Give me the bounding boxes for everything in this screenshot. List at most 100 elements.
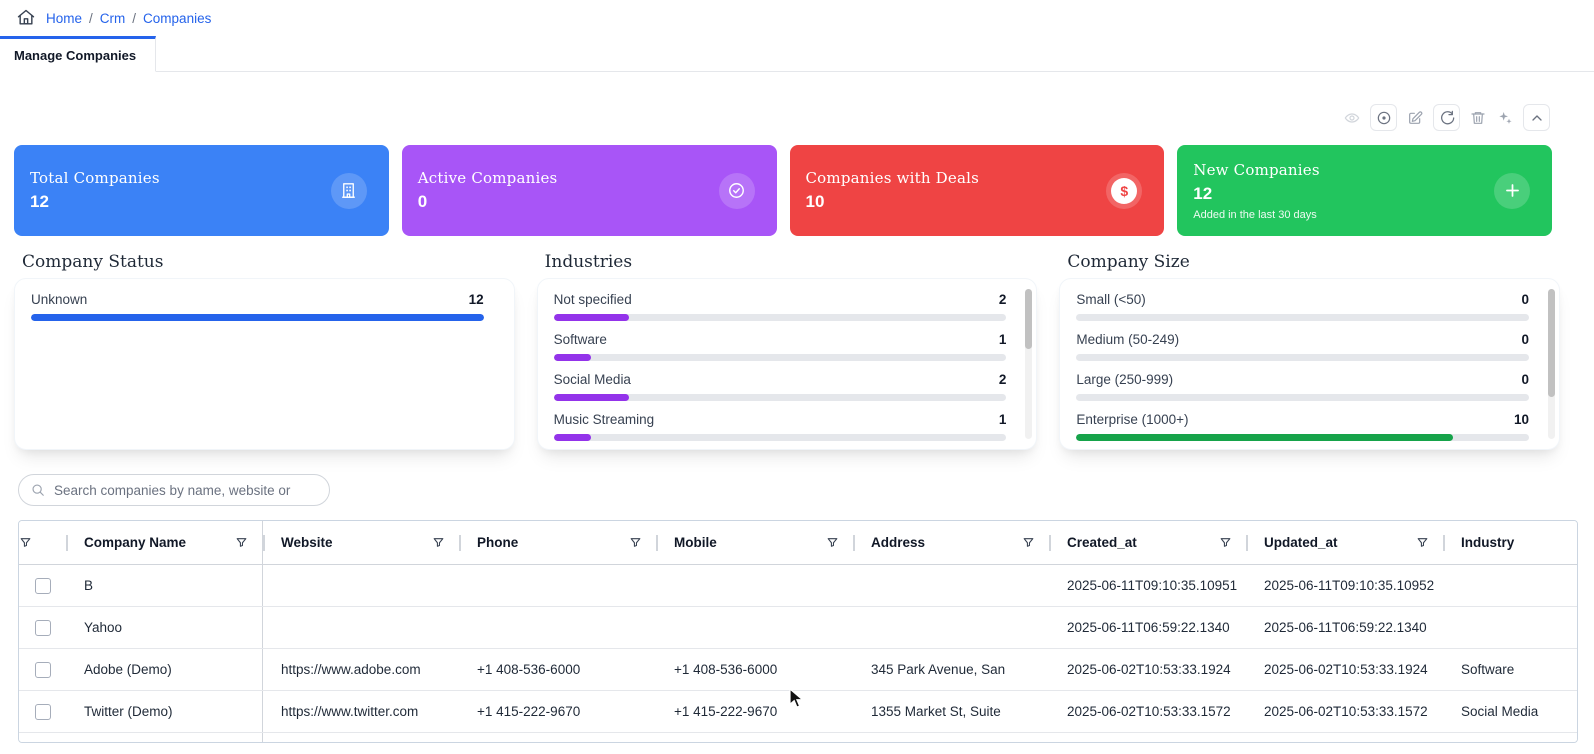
progress-fill (553, 354, 592, 361)
breadcrumb-home[interactable]: Home (46, 11, 82, 26)
trash-icon[interactable] (1469, 109, 1487, 127)
progress-fill (553, 314, 630, 321)
list-item: Social Media 2 (553, 372, 1021, 401)
dist-label: Small (<50) (1076, 292, 1146, 307)
filter-icon[interactable] (19, 536, 32, 549)
table-row[interactable]: B 2025-06-11T09:10:35.10951 2025-06-11T0… (19, 565, 1577, 607)
list-item: Music Streaming 1 (553, 412, 1021, 441)
cell-phone (459, 607, 656, 648)
dist-label: Large (250-999) (1076, 372, 1174, 387)
progress-track (1076, 314, 1529, 321)
cell-website (263, 607, 459, 648)
filter-icon[interactable] (826, 536, 839, 549)
breadcrumb-crm[interactable]: Crm (100, 11, 126, 26)
list-item: Small (<50) 0 (1076, 292, 1543, 321)
cell-industry: Software (1461, 662, 1515, 677)
dist-label: Unknown (31, 292, 88, 307)
home-icon[interactable] (16, 8, 36, 28)
dist-label: Software (553, 332, 607, 347)
cell-company-name: B (66, 565, 263, 606)
eye-icon[interactable] (1343, 109, 1361, 127)
stat-card-active-companies[interactable]: Active Companies 0 (401, 145, 777, 236)
header-website[interactable]: Website (263, 521, 459, 564)
progress-fill (553, 394, 630, 401)
cell-industry (1443, 607, 1577, 648)
panel-industries-card: Not specified 2 Software 1 Social Media (536, 278, 1038, 450)
stat-card-new-companies[interactable]: New Companies 12 Added in the last 30 da… (1177, 145, 1552, 236)
header-company-name[interactable]: Company Name (66, 521, 263, 564)
cell-updated-at: 2025-06-02T10:53:33.1924 (1264, 662, 1428, 677)
filter-icon[interactable] (432, 536, 445, 549)
stat-card-title: New Companies (1193, 160, 1320, 179)
search-input[interactable] (54, 482, 317, 498)
cell-website (263, 565, 459, 606)
manage-companies-page: Home / Crm / Companies Manage Companies (0, 0, 1594, 754)
cell-company-name: Adobe (Demo) (66, 649, 263, 690)
stat-card-title: Companies with Deals (805, 169, 980, 187)
header-mobile[interactable]: Mobile (656, 521, 853, 564)
search-area (18, 474, 1594, 506)
panel-scrollbar[interactable] (1547, 289, 1555, 439)
breadcrumb-companies[interactable]: Companies (143, 11, 211, 26)
table-row[interactable]: Yahoo 2025-06-11T06:59:22.1340 2025-06-1… (19, 607, 1577, 649)
building-icon (330, 172, 367, 209)
edit-icon[interactable] (1406, 109, 1424, 127)
dollar-circle-icon: $ (1106, 172, 1143, 209)
header-updated-at[interactable]: Updated_at (1246, 521, 1443, 564)
filter-icon[interactable] (1416, 536, 1429, 549)
tab-bar: Manage Companies (0, 36, 1594, 72)
progress-fill (553, 434, 592, 441)
list-item: Not specified 2 (553, 292, 1021, 321)
header-created-at[interactable]: Created_at (1049, 521, 1246, 564)
cell-created-at: 2025-06-11T06:59:22.1340 (1067, 620, 1230, 635)
stat-card-value: 12 (1193, 183, 1213, 203)
row-checkbox[interactable] (34, 661, 51, 678)
progress-track (1076, 354, 1529, 361)
dist-label: Not specified (553, 292, 632, 307)
tab-manage-companies[interactable]: Manage Companies (0, 36, 156, 72)
filter-icon[interactable] (1219, 536, 1232, 549)
stat-card-subtitle: Added in the last 30 days (1193, 208, 1317, 221)
panel-scrollbar[interactable] (1025, 289, 1033, 439)
row-checkbox[interactable] (34, 577, 51, 594)
panel-company-size: Company Size Small (<50) 0 Medium (50-24… (1059, 252, 1560, 450)
cell-phone: +1 415-222-9670 (477, 704, 581, 719)
filter-icon[interactable] (629, 536, 642, 549)
row-checkbox[interactable] (34, 703, 51, 720)
header-phone[interactable]: Phone (459, 521, 656, 564)
cell-address: 345 Park Avenue, San (871, 662, 1006, 677)
refresh-icon[interactable] (1433, 104, 1460, 131)
cell-mobile (656, 565, 853, 606)
cell-company-name: Yahoo (66, 607, 263, 648)
stat-card-title: Total Companies (30, 169, 160, 187)
stat-card-value: 12 (30, 192, 49, 211)
cell-address (853, 565, 1049, 606)
table-row[interactable]: Adobe (Demo) https://www.adobe.com +1 40… (19, 649, 1577, 691)
cell-company-name: Twitter (Demo) (66, 691, 263, 732)
row-checkbox[interactable] (34, 619, 51, 636)
dist-value: 0 (1521, 292, 1529, 307)
search-icon (32, 484, 44, 496)
dist-value: 0 (1521, 332, 1529, 347)
table-row[interactable]: Twitter (Demo) https://www.twitter.com +… (19, 691, 1577, 733)
cell-created-at: 2025-06-02T10:53:33.1924 (1067, 662, 1231, 677)
sparkles-icon[interactable] (1496, 109, 1514, 127)
stat-card-total-companies[interactable]: Total Companies 12 (14, 145, 389, 236)
stat-cards: Total Companies 12 Active Companies 0 Co… (14, 145, 1552, 236)
panel-company-status: Company Status Unknown 12 (14, 252, 515, 450)
stat-card-companies-with-deals[interactable]: Companies with Deals 10 $ (789, 145, 1165, 236)
cell-phone: +1 408-536-6000 (477, 662, 581, 677)
record-circle-icon[interactable] (1370, 104, 1397, 131)
cell-address: 1355 Market St, Suite (871, 704, 1001, 719)
panel-company-status-card: Unknown 12 (14, 278, 515, 450)
widget-toolbar (0, 72, 1594, 139)
filter-icon[interactable] (235, 536, 248, 549)
collapse-chevron-up-icon[interactable] (1523, 104, 1550, 131)
header-address[interactable]: Address (853, 521, 1049, 564)
distribution-panels: Company Status Unknown 12 Industries Not… (14, 252, 1560, 450)
filter-icon[interactable] (1022, 536, 1035, 549)
cell-updated-at: 2025-06-11T06:59:22.1340 (1264, 620, 1427, 635)
dist-value: 1 (998, 412, 1007, 427)
cell-website: https://www.adobe.com (281, 662, 421, 677)
header-industry[interactable]: Industry (1443, 521, 1577, 564)
